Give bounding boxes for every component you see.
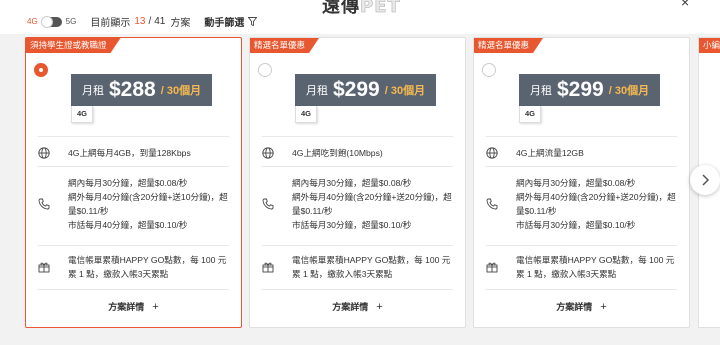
globe-icon xyxy=(38,147,50,159)
plan-radio[interactable] xyxy=(482,63,496,77)
price-box: 月租 $299 / 30個月 xyxy=(295,74,436,106)
globe-icon xyxy=(262,147,274,159)
close-icon[interactable]: × xyxy=(681,0,689,10)
plan-details-button[interactable]: 方案詳情 + xyxy=(250,300,465,313)
divider xyxy=(38,136,229,137)
phone-icon xyxy=(262,198,274,210)
divider xyxy=(486,136,677,137)
network-badge: 4G xyxy=(71,106,93,123)
count-total: 41 xyxy=(154,16,166,27)
divider xyxy=(486,166,677,167)
filter-icon[interactable] xyxy=(248,17,258,26)
plus-icon: + xyxy=(600,301,607,313)
next-arrow-button[interactable] xyxy=(690,165,720,195)
filter-bar: 4G 5G 目前顯示 13 / 41 方案 動手篩選 xyxy=(27,14,258,29)
divider xyxy=(38,166,229,167)
price-box: 月租 $299 / 30個月 xyxy=(519,74,660,106)
network-toggle[interactable] xyxy=(40,15,62,28)
top-bar: 遠傳PET × 4G 5G 目前顯示 13 / 41 方案 動手篩選 xyxy=(0,0,720,34)
toggle-knob xyxy=(40,15,53,28)
price-label: 月租 xyxy=(306,85,328,97)
globe-icon xyxy=(486,147,498,159)
data-row: 4G上網吃到飽(10Mbps) xyxy=(262,146,457,160)
divider xyxy=(262,166,453,167)
points-row: 電信帳單累積HAPPY GO點數，每 100 元累 1 點，繳款入帳3天累點 xyxy=(38,253,233,281)
points-text: 電信帳單累積HAPPY GO點數，每 100 元累 1 點，繳款入帳3天累點 xyxy=(292,255,451,279)
data-row: 4G上網流量12GB xyxy=(486,146,681,160)
data-row: 4G上網每月4GB，到量128Kbps xyxy=(38,146,233,160)
price-value: $288 xyxy=(109,78,156,101)
plus-icon: + xyxy=(152,301,159,313)
plan-card[interactable]: 須持學生證或教職證 月租 $288 / 30個月 4G 4G上網每月4GB，到量… xyxy=(25,37,242,328)
voice-row: 網內每月30分鐘，超量$0.08/秒 網外每月40分鐘(含20分鐘+送20分鐘)… xyxy=(262,176,457,232)
plan-tag: 精選名單優惠 xyxy=(474,38,543,53)
voice-row: 網內每月30分鐘，超量$0.08/秒 網外每月40分鐘(含20分鐘+送20分鐘)… xyxy=(486,176,681,232)
toggle-label-4g: 4G xyxy=(27,17,38,26)
price-period: / 30個月 xyxy=(608,85,650,97)
price-value: $299 xyxy=(557,78,604,101)
divider xyxy=(486,289,677,290)
gift-icon xyxy=(262,262,274,273)
plan-radio[interactable] xyxy=(258,63,272,77)
toggle-label-5g: 5G xyxy=(65,17,77,26)
phone-icon xyxy=(486,198,498,210)
count-separator: / xyxy=(148,16,152,27)
voice-text: 網內每月30分鐘，超量$0.08/秒 網外每月40分鐘(含20分鐘+送20分鐘)… xyxy=(516,178,676,230)
count-current: 13 xyxy=(134,16,146,27)
count-label: 目前顯示 xyxy=(90,18,131,29)
brand-logo[interactable]: 遠傳PET xyxy=(322,0,401,18)
voice-row: 網內每月30分鐘，超量$0.08/秒 網外每月40分鐘(含20分鐘+送10分鐘)… xyxy=(38,176,233,232)
price-period: / 30個月 xyxy=(160,85,202,97)
voice-text: 網內每月30分鐘，超量$0.08/秒 網外每月40分鐘(含20分鐘+送10分鐘)… xyxy=(68,178,228,230)
gift-icon xyxy=(486,262,498,273)
divider xyxy=(38,245,229,246)
plan-details-button[interactable]: 方案詳情 + xyxy=(474,300,689,313)
plan-card[interactable]: 精選名單優惠 月租 $299 / 30個月 4G 4G上網流量12GB 網內每月… xyxy=(473,37,690,328)
manual-filter-button[interactable]: 動手篩選 xyxy=(204,14,244,29)
plan-details-button[interactable]: 方案詳情 + xyxy=(26,300,241,313)
chevron-right-icon xyxy=(702,174,710,186)
price-period: / 30個月 xyxy=(384,85,426,97)
price-label: 月租 xyxy=(530,85,552,97)
network-badge: 4G xyxy=(519,106,541,123)
points-text: 電信帳單累積HAPPY GO點數，每 100 元累 1 點，繳款入帳3天累點 xyxy=(68,255,227,279)
price-value: $299 xyxy=(333,78,380,101)
details-label: 方案詳情 xyxy=(556,302,593,312)
count-unit: 方案 xyxy=(170,18,191,29)
data-text: 4G上網流量12GB xyxy=(516,148,584,158)
plan-tag: 須持學生證或教職證 xyxy=(26,38,121,53)
plan-tag: 小編 xyxy=(699,38,720,53)
data-text: 4G上網吃到飽(10Mbps) xyxy=(292,148,383,158)
plan-card[interactable]: 精選名單優惠 月租 $299 / 30個月 4G 4G上網吃到飽(10Mbps)… xyxy=(249,37,466,328)
price-label: 月租 xyxy=(82,85,104,97)
details-label: 方案詳情 xyxy=(332,302,369,312)
divider xyxy=(38,289,229,290)
divider xyxy=(262,136,453,137)
price-box: 月租 $288 / 30個月 xyxy=(71,74,212,106)
points-row: 電信帳單累積HAPPY GO點數，每 100 元累 1 點，繳款入帳3天累點 xyxy=(262,253,457,281)
plan-radio[interactable] xyxy=(34,63,48,77)
network-badge: 4G xyxy=(295,106,317,123)
plus-icon: + xyxy=(376,301,383,313)
points-row: 電信帳單累積HAPPY GO點數，每 100 元累 1 點，繳款入帳3天累點 xyxy=(486,253,681,281)
points-text: 電信帳單累積HAPPY GO點數，每 100 元累 1 點，繳款入帳3天累點 xyxy=(516,255,675,279)
divider xyxy=(262,289,453,290)
plan-tag: 精選名單優惠 xyxy=(250,38,319,53)
data-text: 4G上網每月4GB，到量128Kbps xyxy=(68,148,191,158)
phone-icon xyxy=(38,198,50,210)
divider xyxy=(486,245,677,246)
divider xyxy=(262,245,453,246)
details-label: 方案詳情 xyxy=(108,302,145,312)
voice-text: 網內每月30分鐘，超量$0.08/秒 網外每月40分鐘(含20分鐘+送20分鐘)… xyxy=(292,178,452,230)
gift-icon xyxy=(38,262,50,273)
